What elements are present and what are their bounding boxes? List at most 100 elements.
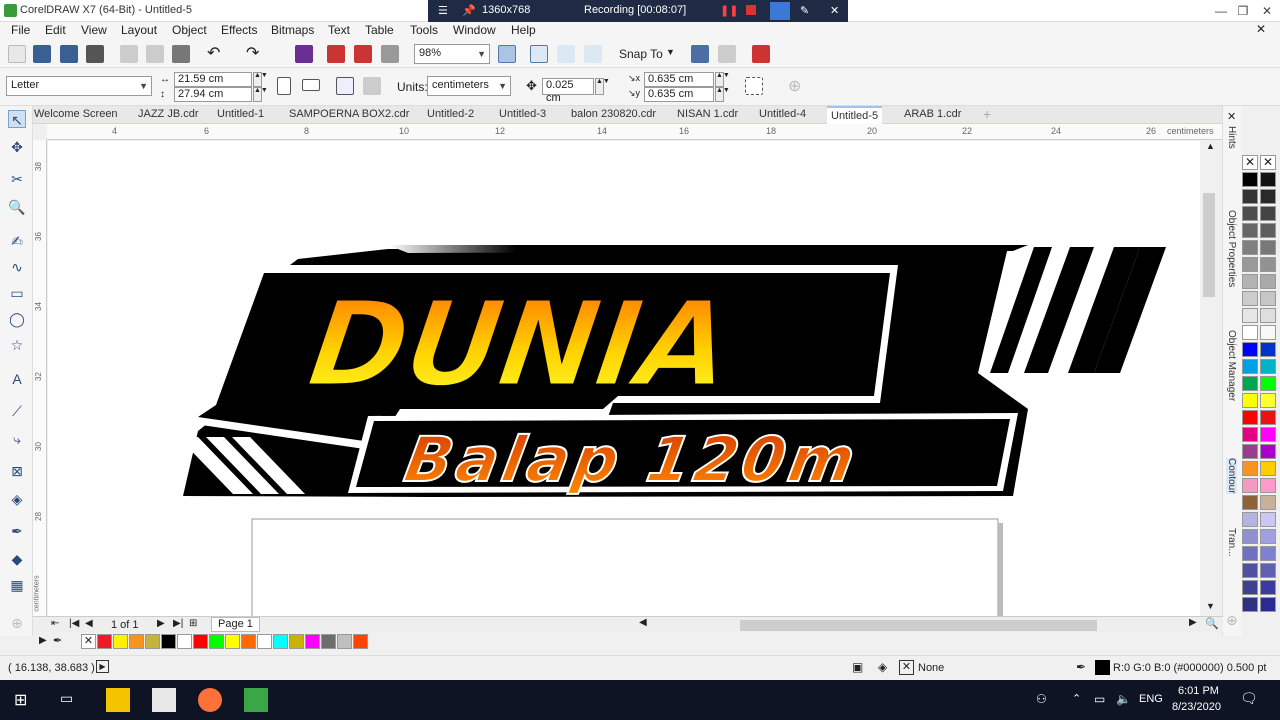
add-page-icon[interactable]: ⊞ <box>189 618 197 629</box>
coreldraw-taskbar-icon[interactable] <box>244 688 268 712</box>
color-swatch[interactable] <box>1242 512 1258 527</box>
camera-icon[interactable] <box>770 2 790 20</box>
snap-to-chevron-icon[interactable]: ▼ <box>666 47 675 57</box>
color-swatch[interactable] <box>1242 308 1258 323</box>
color-swatch[interactable] <box>1260 291 1276 306</box>
color-swatch[interactable] <box>1260 461 1276 476</box>
network-icon[interactable]: ▭ <box>1094 692 1105 706</box>
pen-icon[interactable]: ✎ <box>800 4 809 17</box>
new-tab-icon[interactable]: + <box>983 106 991 122</box>
people-icon[interactable]: ⚇ <box>1036 692 1047 706</box>
scroll-up-icon[interactable]: ▲ <box>1206 141 1215 151</box>
docker-transform[interactable]: Tran... <box>1226 528 1237 557</box>
no-color-swatch[interactable]: ✕ <box>1260 155 1276 170</box>
interactive-tool-icon[interactable]: ⊠ <box>8 462 26 480</box>
tab-nisan-1[interactable]: NISAN 1.cdr <box>677 108 738 120</box>
docker-object-properties[interactable]: Object Properties <box>1226 210 1237 287</box>
first-page-icon[interactable]: ⇤ <box>51 618 59 629</box>
doc-close-icon[interactable]: ✕ <box>1256 22 1266 36</box>
horizontal-scroll-thumb[interactable] <box>740 620 1097 631</box>
dup-x-spinner[interactable]: ▲▼ <box>715 72 730 87</box>
add-tool-icon[interactable]: ⊕ <box>8 614 26 632</box>
publish-icon[interactable] <box>381 45 399 63</box>
menu-view[interactable]: View <box>81 23 107 37</box>
color-swatch[interactable] <box>1242 189 1258 204</box>
pick-tool-icon[interactable]: ↖ <box>8 110 26 128</box>
cut-icon[interactable] <box>120 45 138 63</box>
windows-start-icon[interactable]: ⊞ <box>14 690 27 710</box>
vertical-scrollbar[interactable]: ▲ ▼ <box>1200 141 1222 616</box>
crop-tool-icon[interactable]: ✂ <box>8 170 26 188</box>
duplicate-y-field[interactable]: 0.635 cm <box>644 87 714 102</box>
scroll-thumb[interactable] <box>1203 193 1215 297</box>
color-swatch[interactable] <box>1242 546 1258 561</box>
menu-edit[interactable]: Edit <box>45 23 66 37</box>
portrait-icon[interactable] <box>277 77 291 95</box>
color-swatch[interactable] <box>1260 563 1276 578</box>
full-screen-icon[interactable] <box>498 45 516 63</box>
color-swatch[interactable] <box>1260 393 1276 408</box>
color-swatch[interactable] <box>1260 240 1276 255</box>
firefox-icon[interactable] <box>198 688 222 712</box>
show-grid-icon[interactable] <box>557 45 575 63</box>
zoom-level-dropdown[interactable]: 98% ▼ <box>414 44 490 64</box>
drawing-canvas[interactable]: DUNIA Balap 120m <box>48 141 1200 616</box>
tab-untitled-2[interactable]: Untitled-2 <box>427 108 474 120</box>
options-icon[interactable] <box>718 45 736 63</box>
polygon-tool-icon[interactable]: ☆ <box>8 336 26 354</box>
color-swatch[interactable] <box>1260 342 1276 357</box>
color-swatch[interactable] <box>1260 410 1276 425</box>
all-pages-icon[interactable] <box>336 77 354 95</box>
color-swatch[interactable] <box>257 634 272 649</box>
artwork[interactable]: DUNIA Balap 120m <box>48 141 1200 616</box>
color-swatch[interactable] <box>1242 291 1258 306</box>
connector-tool-icon[interactable]: ⤷ <box>8 430 26 448</box>
show-rulers-icon[interactable] <box>530 45 548 63</box>
duplicate-x-field[interactable]: 0.635 cm <box>644 72 714 87</box>
launch-icon[interactable] <box>752 45 770 63</box>
minimize-button[interactable]: — <box>1210 2 1232 20</box>
color-swatch[interactable] <box>1242 427 1258 442</box>
shape-tool-icon[interactable]: ✥ <box>8 138 26 156</box>
menu-window[interactable]: Window <box>453 23 496 37</box>
menu-object[interactable]: Object <box>172 23 207 37</box>
menu-bitmaps[interactable]: Bitmaps <box>271 23 314 37</box>
color-swatch[interactable] <box>1242 563 1258 578</box>
color-swatch[interactable] <box>1260 325 1276 340</box>
landscape-icon[interactable] <box>302 79 320 91</box>
docker-contour[interactable]: Contour <box>1226 458 1237 494</box>
tab-untitled-4[interactable]: Untitled-4 <box>759 108 806 120</box>
smart-fill-icon[interactable]: ▦ <box>8 576 26 594</box>
add-docker-icon[interactable]: ⊕ <box>1226 612 1238 629</box>
tab-untitled-3[interactable]: Untitled-3 <box>499 108 546 120</box>
zoom-tool-icon[interactable]: 🔍 <box>8 198 26 216</box>
color-swatch[interactable] <box>97 634 112 649</box>
color-swatch[interactable] <box>1260 308 1276 323</box>
color-swatch[interactable] <box>1242 376 1258 391</box>
menu-icon[interactable]: ☰ <box>438 4 448 17</box>
menu-layout[interactable]: Layout <box>121 23 157 37</box>
color-swatch[interactable] <box>1260 495 1276 510</box>
page-height-field[interactable]: 27.94 cm <box>174 87 252 102</box>
maximize-button[interactable]: ❐ <box>1232 2 1254 20</box>
color-swatch[interactable] <box>1242 478 1258 493</box>
color-swatch[interactable] <box>1260 172 1276 187</box>
task-view-icon[interactable]: ▭ <box>60 690 73 707</box>
close-docker-icon[interactable]: ✕ <box>1227 110 1236 123</box>
paste-icon[interactable] <box>172 45 190 63</box>
dup-y-spinner[interactable]: ▲▼ <box>715 87 730 102</box>
treat-as-filled-icon[interactable] <box>745 77 763 95</box>
color-swatch[interactable] <box>1260 427 1276 442</box>
color-swatch[interactable] <box>1260 223 1276 238</box>
artistic-media-icon[interactable]: ∿ <box>8 258 26 276</box>
color-swatch[interactable] <box>1242 410 1258 425</box>
color-swatch[interactable] <box>1242 444 1258 459</box>
next-page-button[interactable]: ▶ <box>157 618 165 629</box>
color-swatch[interactable] <box>353 634 368 649</box>
color-swatch[interactable] <box>1260 257 1276 272</box>
color-swatch[interactable] <box>1260 376 1276 391</box>
clock-time[interactable]: 6:01 PM <box>1178 685 1219 697</box>
search-content-icon[interactable] <box>295 45 313 63</box>
color-swatch[interactable] <box>1260 444 1276 459</box>
ellipse-tool-icon[interactable]: ◯ <box>8 310 26 328</box>
